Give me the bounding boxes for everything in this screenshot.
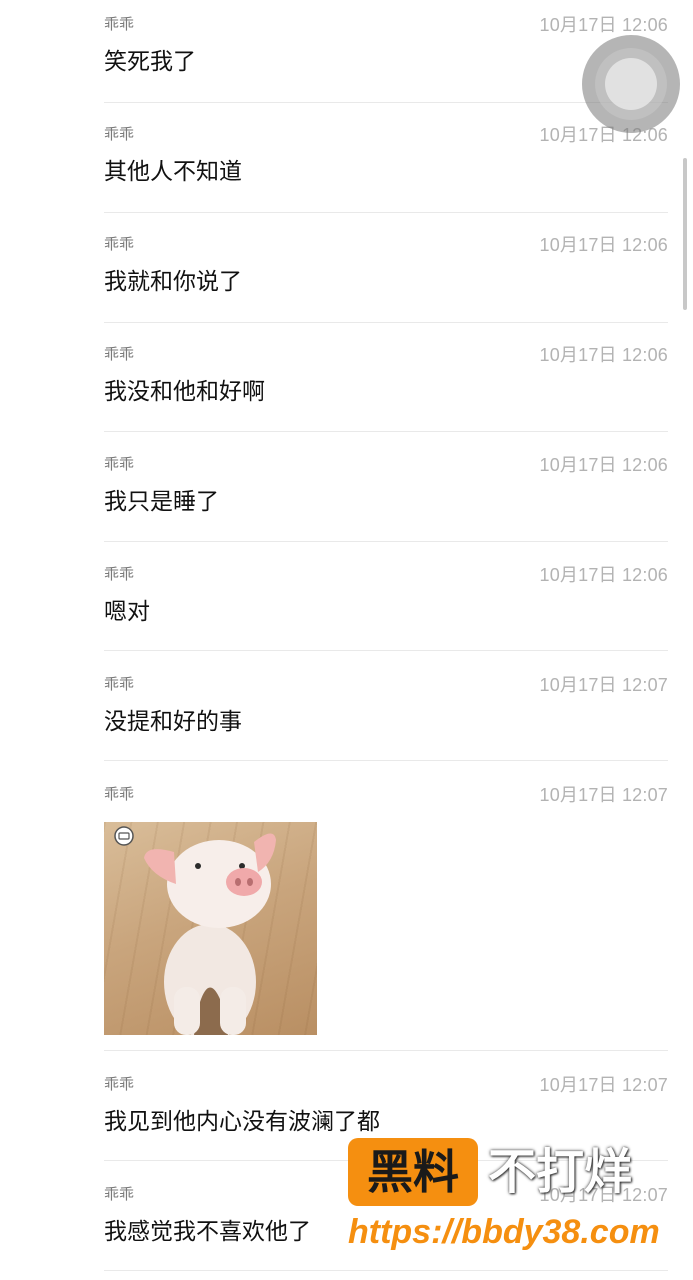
sender-name: 乖乖: [104, 125, 135, 143]
message-timestamp: 10月17日 12:06: [539, 455, 668, 475]
message-item[interactable]: 乖乖 10月17日 12:07 没提和好的事: [104, 660, 668, 764]
message-item[interactable]: 乖乖 10月17日 12:06 其他人不知道: [104, 110, 668, 214]
assistive-touch-ring-icon: [595, 48, 667, 120]
divider: [104, 650, 668, 651]
message-text: 我感觉我不喜欢他了: [104, 1219, 311, 1245]
message-text: 我只是睡了: [104, 489, 219, 515]
message-timestamp: 10月17日 12:07: [539, 1075, 668, 1095]
sender-name: 乖乖: [104, 235, 135, 253]
message-item[interactable]: 乖乖 10月17日 12:06 我就和你说了: [104, 220, 668, 324]
message-item[interactable]: 乖乖 10月17日 12:06 嗯对: [104, 550, 668, 654]
divider: [104, 322, 668, 323]
message-timestamp: 10月17日 12:06: [539, 345, 668, 365]
divider: [104, 541, 668, 542]
message-timestamp: 10月17日 12:06: [539, 15, 668, 35]
watermark: 黑料 不打烊 https://bbdy38.com: [348, 1138, 678, 1258]
scrollbar[interactable]: [683, 158, 687, 310]
message-text: 我就和你说了: [104, 269, 242, 295]
message-text: 我没和他和好啊: [104, 379, 265, 405]
sender-name: 乖乖: [104, 1185, 135, 1203]
message-text: 笑死我了: [104, 49, 196, 75]
watermark-badge: 黑料: [348, 1138, 478, 1206]
sender-name: 乖乖: [104, 345, 135, 363]
message-timestamp: 10月17日 12:07: [539, 785, 668, 805]
sender-name: 乖乖: [104, 1075, 135, 1093]
message-item[interactable]: 乖乖 10月17日 12:07: [104, 770, 668, 1052]
sender-name: 乖乖: [104, 15, 135, 33]
message-text: 嗯对: [104, 599, 150, 625]
message-item[interactable]: 乖乖 10月17日 12:06 我没和他和好啊: [104, 330, 668, 434]
message-item[interactable]: 乖乖 10月17日 12:06 我只是睡了: [104, 440, 668, 544]
message-text: 我见到他内心没有波澜了都: [104, 1109, 380, 1135]
watermark-brand: 不打烊: [488, 1144, 633, 1200]
sender-name: 乖乖: [104, 675, 135, 693]
message-list: 乖乖 10月17日 12:06 笑死我了 乖乖 10月17日 12:06 其他人…: [0, 0, 693, 1280]
divider: [104, 1270, 668, 1271]
message-timestamp: 10月17日 12:06: [539, 565, 668, 585]
assistive-touch-button[interactable]: [582, 35, 680, 133]
message-timestamp: 10月17日 12:07: [539, 675, 668, 695]
sender-name: 乖乖: [104, 565, 135, 583]
sender-name: 乖乖: [104, 785, 135, 803]
sender-name: 乖乖: [104, 455, 135, 473]
message-text: 其他人不知道: [104, 159, 242, 185]
emoji-badge-icon: [114, 826, 134, 846]
message-timestamp: 10月17日 12:06: [539, 235, 668, 255]
pig-icon: [144, 833, 276, 1035]
divider: [104, 212, 668, 213]
divider: [104, 1050, 668, 1051]
divider: [104, 102, 668, 103]
message-text: 没提和好的事: [104, 709, 242, 735]
watermark-url: https://bbdy38.com: [348, 1213, 660, 1251]
pig-sticker-image[interactable]: [104, 822, 317, 1035]
divider: [104, 760, 668, 761]
divider: [104, 431, 668, 432]
